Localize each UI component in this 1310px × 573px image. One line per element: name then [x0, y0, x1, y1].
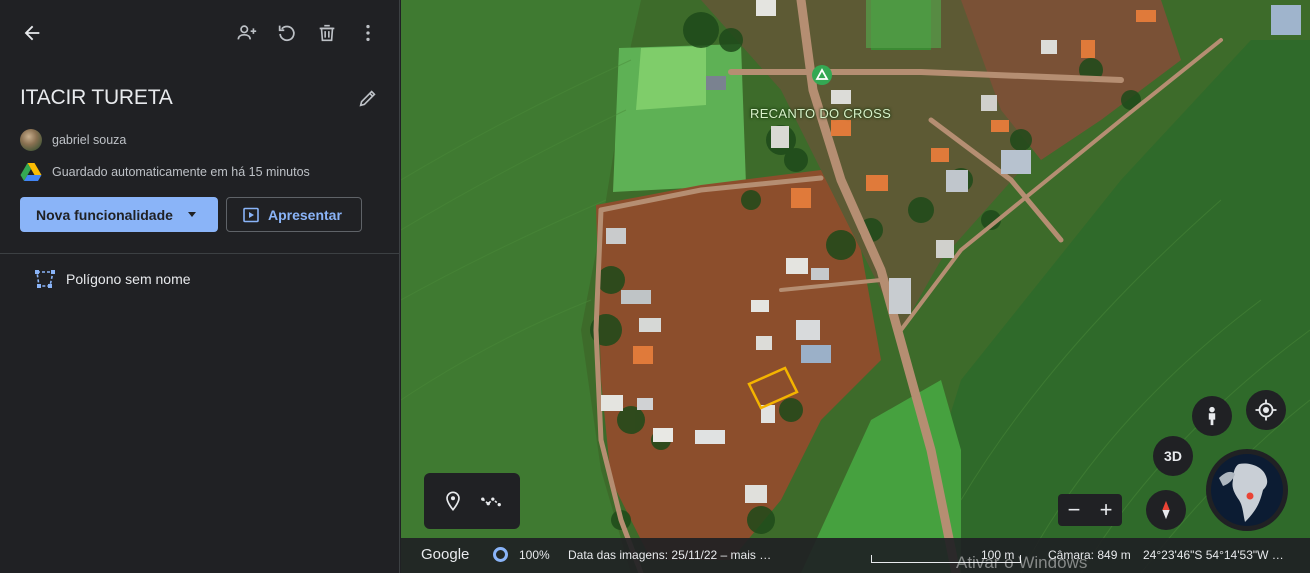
- project-title: ITACIR TURETA: [20, 86, 173, 109]
- zoom-out-button[interactable]: −: [1068, 499, 1081, 521]
- owner-row: gabriel souza: [20, 129, 126, 151]
- earth-app: ITACIR TURETA gabriel souza Guardado aut…: [0, 0, 1310, 573]
- add-placemark-icon[interactable]: [442, 490, 464, 512]
- polygon-icon: [35, 270, 55, 288]
- present-label: Apresentar: [268, 206, 342, 223]
- zoom-control: − +: [1058, 494, 1122, 526]
- saved-status-row: Guardado automaticamente em há 15 minuto…: [20, 161, 310, 183]
- compass-icon: [1162, 500, 1170, 520]
- feature-list-item[interactable]: Polígono sem nome: [34, 268, 191, 290]
- edit-title-button[interactable]: [352, 82, 384, 114]
- globe-icon: [1211, 454, 1283, 526]
- avatar[interactable]: [20, 129, 42, 151]
- imagery-date[interactable]: Data das imagens: 25/11/22 – mais …: [568, 548, 771, 562]
- project-panel: ITACIR TURETA gabriel souza Guardado aut…: [0, 0, 400, 573]
- caret-down-icon: [188, 212, 196, 217]
- place-marker-icon[interactable]: [811, 64, 833, 86]
- streaming-percent: 100%: [519, 548, 550, 562]
- draw-toolbar: [424, 473, 520, 529]
- more-options-button[interactable]: [352, 17, 384, 49]
- google-drive-icon: [20, 163, 42, 181]
- feature-label: Polígono sem nome: [66, 271, 191, 287]
- share-button[interactable]: [231, 17, 263, 49]
- street-view-button[interactable]: [1192, 396, 1232, 436]
- delete-button[interactable]: [311, 17, 343, 49]
- present-button[interactable]: Apresentar: [226, 197, 362, 232]
- satellite-imagery[interactable]: [401, 0, 1310, 573]
- camera-altitude: Câmara: 849 m: [1048, 548, 1131, 562]
- my-location-icon: [1255, 399, 1277, 421]
- arrow-back-icon: [24, 25, 40, 41]
- streaming-status-icon: [493, 547, 508, 562]
- new-feature-label: Nova funcionalidade: [36, 206, 173, 223]
- pegman-icon: [1208, 406, 1216, 426]
- present-icon: [243, 207, 259, 222]
- toggle-3d-button[interactable]: 3D: [1153, 436, 1193, 476]
- saved-status-text: Guardado automaticamente em há 15 minuto…: [52, 165, 310, 179]
- google-logo: Google: [421, 546, 470, 563]
- satellite-map[interactable]: RECANTO DO CROSS 3D − + Google 100% Data…: [401, 0, 1310, 573]
- refresh-button[interactable]: [271, 17, 303, 49]
- pencil-icon: [359, 90, 376, 107]
- draw-path-icon[interactable]: [480, 490, 502, 512]
- scale-label: 100 m: [981, 548, 1015, 562]
- coordinates: 24°23'46"S 54°14'53"W …: [1143, 548, 1284, 562]
- zoom-in-button[interactable]: +: [1100, 499, 1113, 521]
- back-button[interactable]: [16, 17, 48, 49]
- refresh-icon: [278, 25, 295, 42]
- place-label[interactable]: RECANTO DO CROSS: [750, 106, 891, 121]
- divider: [0, 253, 400, 254]
- trash-icon: [319, 24, 335, 42]
- more-vert-icon: [366, 24, 370, 42]
- status-bar: Google 100% Data das imagens: 25/11/22 –…: [401, 538, 1310, 573]
- new-feature-button[interactable]: Nova funcionalidade: [20, 197, 218, 232]
- owner-name: gabriel souza: [52, 133, 127, 147]
- globe-view-button[interactable]: [1206, 449, 1288, 531]
- my-location-button[interactable]: [1246, 390, 1286, 430]
- person-add-icon: [237, 25, 257, 40]
- compass-button[interactable]: [1146, 490, 1186, 530]
